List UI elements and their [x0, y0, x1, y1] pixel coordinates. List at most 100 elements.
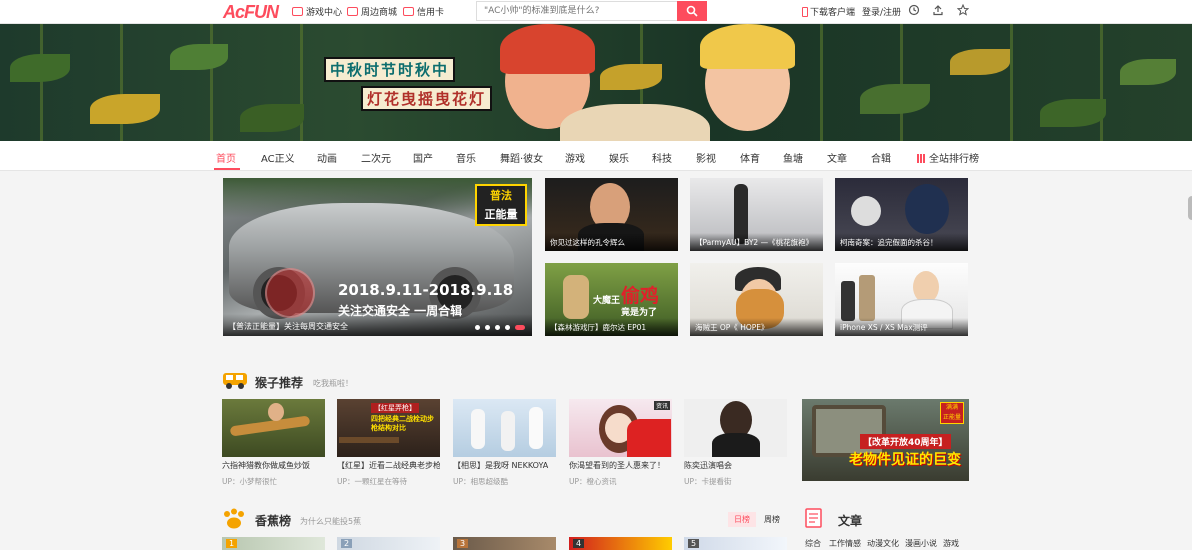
acfun-logo[interactable]: AcFUN	[223, 2, 279, 23]
nav-film[interactable]: 影视	[696, 150, 716, 165]
rank-item[interactable]: 4	[569, 537, 672, 550]
article-tag[interactable]: 游戏	[943, 538, 959, 549]
search-icon	[686, 5, 698, 17]
search-input[interactable]	[477, 2, 677, 20]
banner-title: 中秋时节时秋中 灯花曳摇曳花灯	[324, 57, 493, 111]
video-uploader[interactable]: UP：橙心资讯	[569, 476, 672, 487]
thumb-title: 柯南奇案：追完假面的杀谷！	[835, 233, 968, 251]
thumb-title: 海贼王 OP《 HOPE》	[690, 318, 823, 336]
nav-acg[interactable]: 二次元	[361, 150, 391, 165]
shop-icon	[347, 7, 358, 16]
slider-dot-active[interactable]	[515, 325, 525, 330]
rank-item[interactable]: 2	[337, 537, 440, 550]
video-card[interactable]: 【相思】是我呀 NEKKOYA UP：相思超级酷	[453, 399, 556, 487]
side-scroll-handle[interactable]	[1188, 196, 1192, 220]
nav-domestic[interactable]: 国产	[413, 150, 433, 165]
video-title[interactable]: 陈奕迅演唱会	[684, 460, 787, 471]
bar-chart-icon	[917, 154, 926, 163]
nav-music[interactable]: 音乐	[456, 150, 476, 165]
news-tag: 资讯	[653, 401, 670, 410]
banana-section-title: 香蕉榜	[255, 514, 292, 528]
article-tag[interactable]: 综合	[805, 538, 821, 549]
video-thumb[interactable]: 海贼王 OP《 HOPE》	[690, 263, 823, 336]
category-nav: 首页 AC正义 动画 二次元 国产 音乐 舞蹈·彼女 游戏 娱乐 科技 影视 体…	[0, 141, 1192, 171]
positive-energy-badge: 满满 正能量	[940, 402, 964, 424]
video-card[interactable]: 六指神猎教你做咸鱼炒饭 UP：小梦帮很忙	[222, 399, 325, 487]
article-tag[interactable]: 动漫文化	[867, 538, 899, 549]
upload-icon[interactable]	[932, 4, 944, 16]
video-thumb[interactable]: iPhone XS / XS Max测评	[835, 263, 968, 336]
rank-item[interactable]: 5	[684, 537, 787, 550]
banana-paw-icon	[224, 508, 244, 529]
nav-dance[interactable]: 舞蹈·彼女	[500, 150, 543, 165]
ad-line1: 【改革开放40周年】	[860, 434, 951, 449]
history-icon[interactable]	[908, 4, 920, 16]
thumb-title: 【森林游戏厅】鹿尔达 EP01	[545, 318, 678, 336]
monkey-section-title: 猴子推荐	[255, 376, 304, 390]
slider-dot[interactable]	[475, 325, 480, 330]
nav-sports[interactable]: 体育	[740, 150, 760, 165]
card-icon	[403, 7, 414, 16]
video-uploader[interactable]: UP：小梦帮很忙	[222, 476, 325, 487]
law-badge: 普法 正能量	[475, 184, 527, 226]
video-title[interactable]: 你渴望看到的圣人惠来了！	[569, 460, 672, 471]
nav-ac-justice[interactable]: AC正义	[261, 150, 295, 165]
monkey-truck-icon	[223, 373, 247, 389]
banner-title-line1: 中秋时节时秋中	[324, 57, 456, 82]
articles-section-title: 文章	[838, 514, 863, 528]
traffic-stamp-image	[265, 268, 315, 318]
festival-banner[interactable]: 中秋时节时秋中 灯花曳摇曳花灯	[0, 24, 1192, 141]
video-title[interactable]: 【相思】是我呀 NEKKOYA	[453, 460, 556, 471]
credit-card-link[interactable]: 信用卡	[403, 5, 444, 18]
banner-title-line2: 灯花曳摇曳花灯	[361, 86, 493, 111]
search-box	[476, 1, 707, 21]
video-thumb[interactable]: 【ParmyAU】BY2 —《桃花旗袍》	[690, 178, 823, 251]
video-card[interactable]: 【红星弄枪】 四把经典二战栓动步枪结构对比 【红星】近看二战经典老步枪 UP：一…	[337, 399, 440, 487]
nav-home[interactable]: 首页	[216, 150, 236, 165]
video-thumb[interactable]: 大魔王 偷鸡 竟是为了 【森林游戏厅】鹿尔达 EP01	[545, 263, 678, 336]
nav-collections[interactable]: 合辑	[871, 150, 891, 165]
phone-icon	[802, 7, 808, 17]
slider-dot[interactable]	[505, 325, 510, 330]
nav-articles[interactable]: 文章	[827, 150, 847, 165]
video-thumb[interactable]: 柯南奇案：追完假面的杀谷！	[835, 178, 968, 251]
gamepad-icon	[292, 7, 303, 16]
merch-shop-link[interactable]: 周边商城	[347, 5, 397, 18]
video-title[interactable]: 【红星】近看二战经典老步枪	[337, 460, 440, 471]
nav-entertainment[interactable]: 娱乐	[609, 150, 629, 165]
slider-dot[interactable]	[495, 325, 500, 330]
nav-fish-pond[interactable]: 鱼塘	[783, 150, 803, 165]
ad-line2: 老物件见证的巨变	[849, 452, 961, 468]
reform-anniversary-ad[interactable]: 满满 正能量 【改革开放40周年】 老物件见证的巨变	[802, 399, 969, 481]
video-uploader[interactable]: UP：相思超级酷	[453, 476, 556, 487]
game-center-link[interactable]: 游戏中心	[292, 5, 342, 18]
tab-weekly[interactable]: 周榜	[758, 512, 786, 527]
thumb-title: 【ParmyAU】BY2 —《桃花旗袍》	[690, 233, 823, 251]
top-bar: AcFUN 游戏中心 周边商城 信用卡 下载客户端 登录/注册	[0, 0, 1192, 24]
video-card[interactable]: 资讯 你渴望看到的圣人惠来了！ UP：橙心资讯	[569, 399, 672, 487]
banana-section-subtitle: 为什么只能投5蕉	[300, 517, 362, 526]
video-uploader[interactable]: UP：卡提看街	[684, 476, 787, 487]
nav-games[interactable]: 游戏	[565, 150, 585, 165]
download-client-link[interactable]: 下载客户端	[802, 5, 855, 18]
monkey-section-subtitle: 吃我瓶啦！	[313, 379, 353, 388]
rank-item[interactable]: 3	[453, 537, 556, 550]
nav-tech[interactable]: 科技	[652, 150, 672, 165]
video-thumb[interactable]: 你见过这样的孔令辉么	[545, 178, 678, 251]
login-register-link[interactable]: 登录/注册	[862, 5, 901, 18]
nav-leaderboard[interactable]: 全站排行榜	[917, 150, 979, 165]
article-icon	[805, 508, 822, 528]
rank-item[interactable]: 1	[222, 537, 325, 550]
nav-animation[interactable]: 动画	[317, 150, 337, 165]
featured-slider[interactable]: 普法 正能量 2018.9.11-2018.9.18 关注交通安全 一周合辑 【…	[223, 178, 532, 336]
tab-daily[interactable]: 日榜	[728, 512, 756, 527]
video-title[interactable]: 六指神猎教你做咸鱼炒饭	[222, 460, 325, 471]
star-icon[interactable]	[957, 4, 969, 16]
slide-overlay-dates: 2018.9.11-2018.9.18	[338, 281, 514, 299]
article-tag[interactable]: 工作情感	[829, 538, 861, 549]
slider-dot[interactable]	[485, 325, 490, 330]
video-uploader[interactable]: UP：一颗红星在等待	[337, 476, 440, 487]
search-button[interactable]	[677, 1, 707, 21]
video-card[interactable]: 陈奕迅演唱会 UP：卡提看街	[684, 399, 787, 487]
article-tag[interactable]: 漫画小说	[905, 538, 937, 549]
